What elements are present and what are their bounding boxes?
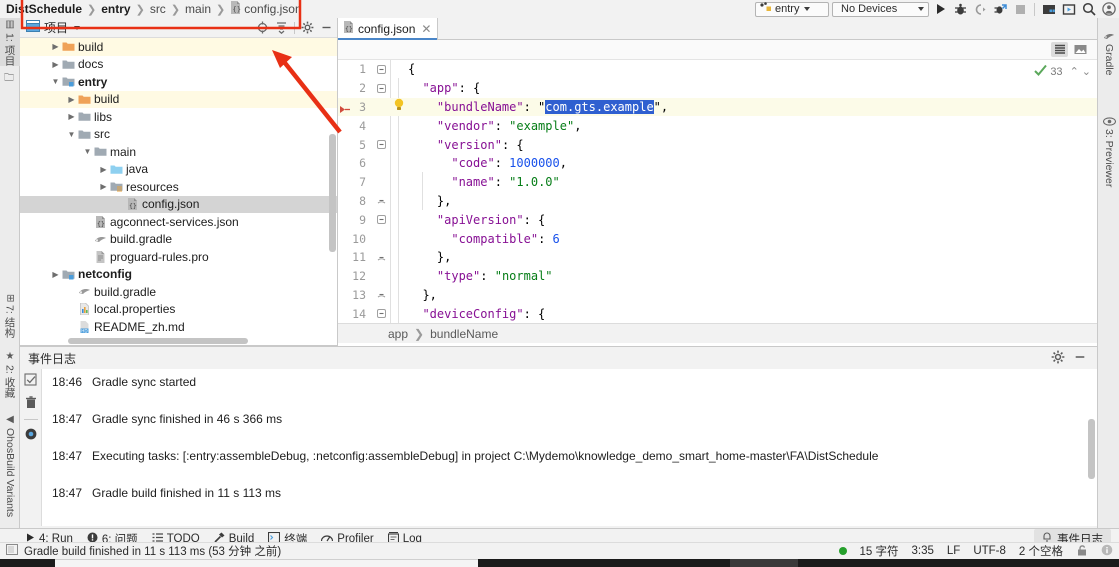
ide-window: DistSchedule ❯ entry ❯ src ❯ main ❯ {} c…	[0, 0, 1119, 567]
annotation-rectangle	[20, 0, 302, 30]
annotation-arrow	[272, 50, 342, 134]
annotation-overlay	[20, 0, 342, 134]
